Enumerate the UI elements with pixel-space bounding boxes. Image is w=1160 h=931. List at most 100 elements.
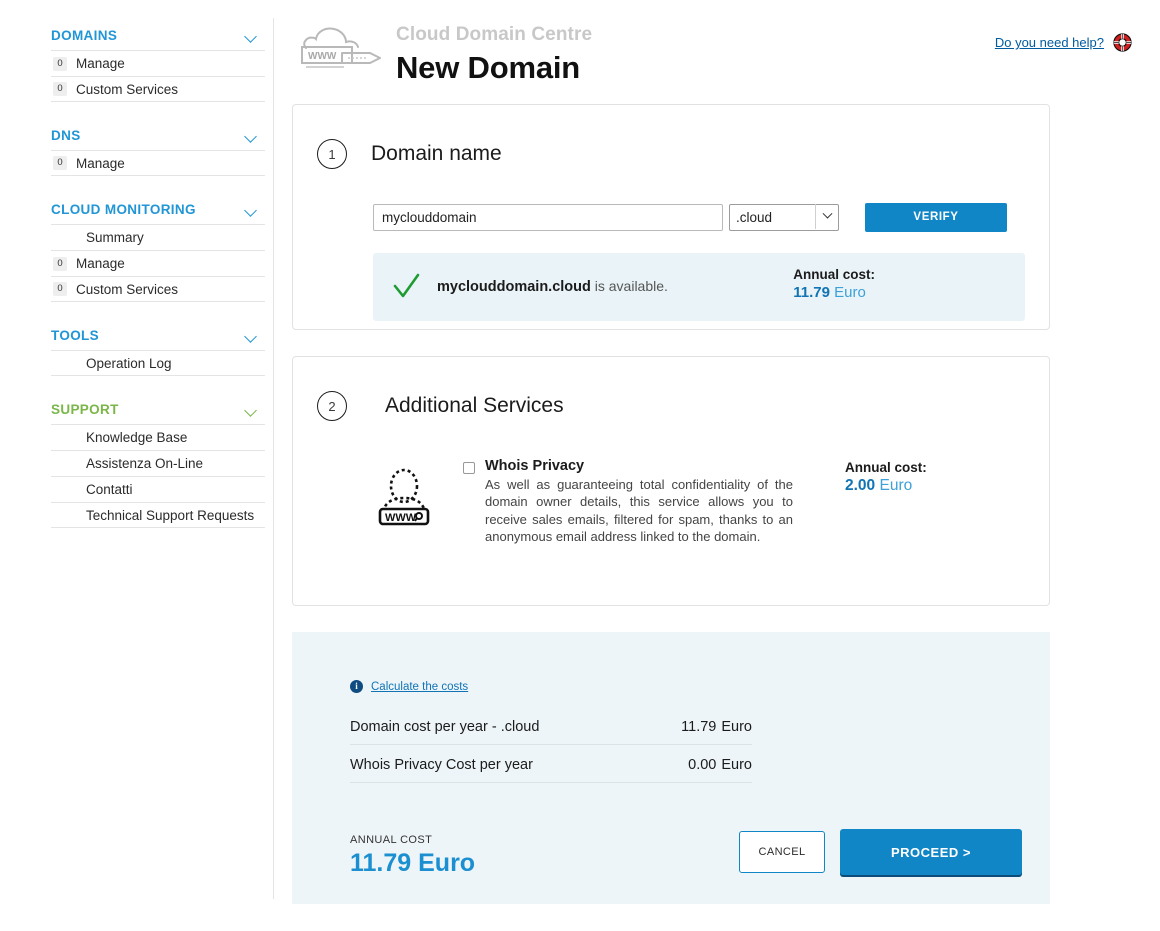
domain-name-row: .cloud VERIFY	[373, 202, 1025, 232]
svg-text:WWW: WWW	[308, 51, 337, 62]
sidebar-item-assistenza-on-line[interactable]: Assistenza On-Line	[51, 450, 265, 476]
sidebar-item-manage[interactable]: 0 Manage	[51, 50, 265, 76]
domain-name-input[interactable]	[373, 203, 723, 231]
sidebar-group-tools: TOOLS Operation Log	[0, 328, 274, 376]
cost-summary-panel: i Calculate the costs Domain cost per ye…	[292, 632, 1050, 904]
sidebar-item-technical-support-requests[interactable]: Technical Support Requests	[51, 502, 265, 528]
sidebar-group-header[interactable]: DOMAINS	[51, 28, 265, 50]
page-title: New Domain	[396, 50, 581, 85]
cloud-www-logo-icon: WWW	[294, 22, 386, 74]
step-1-cost-label: Annual cost:	[793, 266, 875, 282]
service-description: As well as guaranteeing total confidenti…	[485, 476, 793, 545]
sidebar-group-header[interactable]: TOOLS	[51, 328, 265, 350]
cost-line-label: Whois Privacy Cost per year	[350, 757, 533, 773]
sidebar-group-header[interactable]: SUPPORT	[51, 402, 265, 424]
sidebar-group-cloud-monitoring: CLOUD MONITORING Summary 0 Manage 0 Custom Se…	[0, 202, 274, 302]
step-1-header: 1 Domain name	[317, 125, 1025, 184]
cost-line-value: 11.79	[681, 719, 717, 735]
calculate-costs-link[interactable]: Calculate the costs	[371, 681, 468, 693]
sidebar-group-domains: DOMAINS 0 Manage 0 Custom Services	[0, 28, 274, 102]
cancel-button[interactable]: CANCEL	[739, 831, 825, 873]
step-1-cost: Annual cost: 11.79 Euro	[793, 267, 875, 301]
tld-select-wrap[interactable]: .cloud	[729, 203, 839, 231]
annual-cost-label: ANNUAL COST	[350, 834, 433, 846]
sidebar-item-label: Custom Services	[76, 81, 179, 97]
sidebar-group-support: SUPPORT Knowledge Base Assistenza On-Line C…	[0, 402, 274, 528]
step-1-card: 1 Domain name .cloud VERIFY myclou	[292, 104, 1050, 330]
step-1-number: 1	[317, 139, 347, 170]
annual-cost-value: 11.79 Euro	[350, 849, 476, 877]
step-1-cost-currency: Euro	[834, 283, 866, 301]
cost-line-value: 0.00	[688, 757, 717, 773]
sidebar: DOMAINS 0 Manage 0 Custom Services DNS 0 Manage…	[0, 0, 274, 931]
cost-line-label: Domain cost per year - .cloud	[350, 719, 540, 735]
sidebar-item-label: Custom Services	[76, 281, 179, 297]
step-1-title: Domain name	[371, 142, 502, 166]
sidebar-item-label: Manage	[76, 256, 125, 271]
proceed-button[interactable]: PROCEED >	[840, 829, 1022, 875]
availability-banner: myclouddomain.cloud is available. Annual…	[373, 252, 1025, 321]
cost-lines: Domain cost per year - .cloud 11.79 Euro Wh…	[350, 719, 1050, 783]
sidebar-item-knowledge-base[interactable]: Knowledge Base	[51, 424, 265, 450]
step-2-number: 2	[317, 391, 347, 422]
help-link[interactable]: Do you need help?	[995, 35, 1104, 50]
sidebar-item-manage[interactable]: 0 Manage	[51, 250, 265, 276]
lifering-icon[interactable]	[1113, 33, 1132, 52]
cost-line: Whois Privacy Cost per year 0.00 Euro	[350, 757, 752, 783]
chevron-down-icon[interactable]	[245, 32, 259, 40]
service-body: Whois Privacy As well as guaranteeing to…	[463, 458, 793, 546]
step-2-title: Additional Services	[385, 394, 564, 418]
calculate-costs-row: i Calculate the costs	[350, 680, 1050, 693]
sidebar-group-title: DNS	[51, 128, 81, 143]
sidebar-item-label: Assistenza On-Line	[86, 456, 204, 471]
page-header: WWW Cloud Domain Centre New Domain Do yo…	[274, 0, 1160, 104]
whois-privacy-checkbox[interactable]	[463, 461, 475, 474]
main-content: WWW Cloud Domain Centre New Domain Do yo…	[274, 0, 1160, 931]
sidebar-group-title: SUPPORT	[51, 402, 119, 417]
service-row: WWW Whois Privacy As well as guaranteein…	[373, 458, 1025, 546]
cost-line-currency: Euro	[721, 757, 752, 773]
step-2-cost-currency: Euro	[879, 476, 913, 494]
tld-select[interactable]: .cloud	[729, 203, 839, 231]
sidebar-item-summary[interactable]: Summary	[51, 224, 265, 250]
annual-total: ANNUAL COST 11.79 Euro	[350, 834, 475, 878]
step-2-header: 2 Additional Services	[317, 377, 1025, 436]
chevron-down-icon[interactable]	[245, 406, 259, 414]
sidebar-group-title: CLOUD MONITORING	[51, 202, 196, 217]
availability-domain: myclouddomain.cloud	[437, 279, 591, 296]
sidebar-item-custom-services[interactable]: 0 Custom Services	[51, 276, 265, 302]
app-root: DOMAINS 0 Manage 0 Custom Services DNS 0 Manage…	[0, 0, 1160, 931]
brand-block: WWW Cloud Domain Centre New Domain	[294, 22, 592, 88]
chevron-down-icon[interactable]	[245, 332, 259, 340]
sidebar-item-operation-log[interactable]: Operation Log	[51, 350, 265, 376]
verify-button[interactable]: VERIFY	[865, 202, 1007, 232]
whois-privacy-icon: WWW	[373, 458, 445, 546]
sidebar-item-manage[interactable]: 0 Manage	[51, 150, 265, 176]
chevron-down-icon[interactable]	[245, 206, 259, 214]
cost-line: Domain cost per year - .cloud 11.79 Euro	[350, 719, 752, 745]
sidebar-group-header[interactable]: DNS	[51, 128, 265, 150]
service-head: Whois Privacy	[463, 458, 793, 474]
sidebar-item-badge: 0	[53, 156, 67, 170]
step-2-cost: Annual cost: 2.00 Euro	[845, 458, 927, 546]
sidebar-item-label: Knowledge Base	[86, 430, 188, 445]
availability-message: is available.	[590, 278, 668, 295]
sidebar-item-contatti[interactable]: Contatti	[51, 476, 265, 502]
chevron-down-icon[interactable]	[245, 132, 259, 140]
sidebar-item-badge: 0	[53, 256, 67, 271]
sidebar-item-label: Contatti	[86, 482, 133, 497]
total-bar: ANNUAL COST 11.79 Euro CANCEL PROCEED >	[292, 829, 1050, 878]
sidebar-item-label: Manage	[76, 56, 125, 71]
step-2-cost-label: Annual cost:	[845, 459, 927, 475]
sidebar-group-header[interactable]: CLOUD MONITORING	[51, 202, 265, 224]
brand-text: Cloud Domain Centre New Domain	[396, 22, 592, 88]
info-icon: i	[350, 680, 363, 693]
service-name: Whois Privacy	[485, 457, 585, 474]
brand-subtitle: Cloud Domain Centre	[396, 24, 593, 45]
step-1-cost-value: 11.79	[793, 283, 830, 301]
sidebar-item-label: Summary	[86, 230, 144, 245]
cost-line-amount: 0.00 Euro	[688, 757, 752, 773]
sidebar-item-custom-services[interactable]: 0 Custom Services	[51, 76, 265, 102]
svg-text:WWW: WWW	[385, 512, 417, 524]
step-2-card: 2 Additional Services WWW Whois Privacy …	[292, 356, 1050, 606]
